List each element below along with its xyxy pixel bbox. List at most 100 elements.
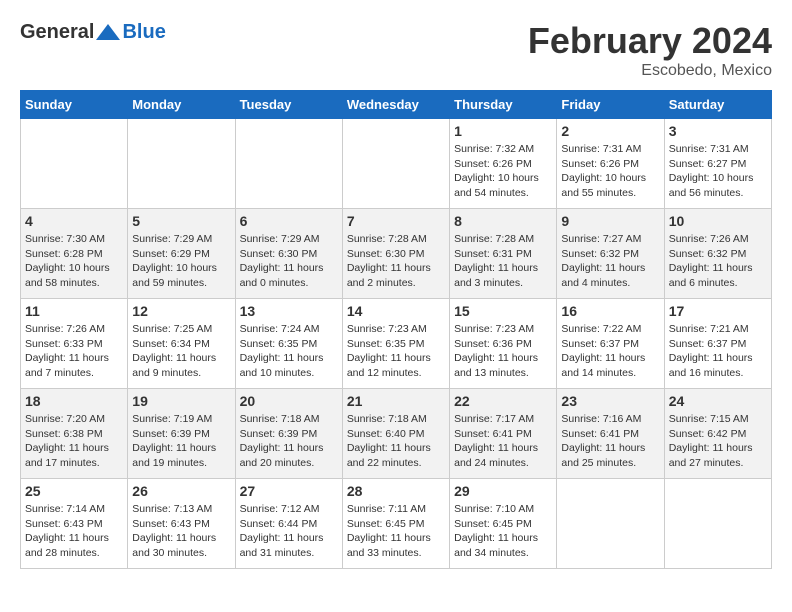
day-info: Sunrise: 7:30 AM Sunset: 6:28 PM Dayligh… — [25, 232, 123, 291]
day-info: Sunrise: 7:24 AM Sunset: 6:35 PM Dayligh… — [240, 322, 338, 381]
calendar-cell: 5 Sunrise: 7:29 AM Sunset: 6:29 PM Daylig… — [128, 209, 235, 299]
day-number: 5 — [132, 213, 230, 229]
calendar-cell: 10Sunrise: 7:26 AM Sunset: 6:32 PM Dayli… — [664, 209, 771, 299]
page-header: General Blue February 2024 Escobedo, Mex… — [20, 20, 772, 80]
day-info: Sunrise: 7:29 AM Sunset: 6:30 PM Dayligh… — [240, 232, 338, 291]
calendar-cell: 19Sunrise: 7:19 AM Sunset: 6:39 PM Dayli… — [128, 389, 235, 479]
calendar-cell: 20 Sunrise: 7:18 AM Sunset: 6:39 PM Dayli… — [235, 389, 342, 479]
day-info: Sunrise: 7:14 AM Sunset: 6:43 PM Dayligh… — [25, 502, 123, 561]
day-number: 16 — [561, 303, 659, 319]
calendar-cell: 8 Sunrise: 7:28 AM Sunset: 6:31 PM Daylig… — [450, 209, 557, 299]
calendar-cell: 18 Sunrise: 7:20 AM Sunset: 6:38 PM Dayli… — [21, 389, 128, 479]
day-info: Sunrise: 7:28 AM Sunset: 6:30 PM Dayligh… — [347, 232, 445, 291]
header-sunday: Sunday — [21, 91, 128, 119]
day-info: Sunrise: 7:20 AM Sunset: 6:38 PM Dayligh… — [25, 412, 123, 471]
calendar-cell: 26 Sunrise: 7:13 AM Sunset: 6:43 PM Dayli… — [128, 479, 235, 569]
calendar-cell: 15 Sunrise: 7:23 AM Sunset: 6:36 PM Dayli… — [450, 299, 557, 389]
day-number: 25 — [25, 483, 123, 499]
day-info: Sunrise: 7:16 AM Sunset: 6:41 PM Dayligh… — [561, 412, 659, 471]
header-saturday: Saturday — [664, 91, 771, 119]
day-number: 9 — [561, 213, 659, 229]
title-block: February 2024 Escobedo, Mexico — [528, 20, 772, 80]
day-number: 27 — [240, 483, 338, 499]
calendar-cell — [21, 119, 128, 209]
week-row-4: 18 Sunrise: 7:20 AM Sunset: 6:38 PM Dayli… — [21, 389, 772, 479]
calendar-cell: 11 Sunrise: 7:26 AM Sunset: 6:33 PM Dayli… — [21, 299, 128, 389]
logo: General Blue — [20, 20, 166, 44]
day-number: 28 — [347, 483, 445, 499]
calendar-cell: 24Sunrise: 7:15 AM Sunset: 6:42 PM Dayli… — [664, 389, 771, 479]
day-info: Sunrise: 7:15 AM Sunset: 6:42 PM Dayligh… — [669, 412, 767, 471]
calendar-table: SundayMondayTuesdayWednesdayThursdayFrid… — [20, 90, 772, 569]
day-number: 18 — [25, 393, 123, 409]
day-number: 1 — [454, 123, 552, 139]
week-row-2: 4 Sunrise: 7:30 AM Sunset: 6:28 PM Daylig… — [21, 209, 772, 299]
day-info: Sunrise: 7:25 AM Sunset: 6:34 PM Dayligh… — [132, 322, 230, 381]
day-number: 12 — [132, 303, 230, 319]
day-info: Sunrise: 7:27 AM Sunset: 6:32 PM Dayligh… — [561, 232, 659, 291]
calendar-cell: 2 Sunrise: 7:31 AM Sunset: 6:26 PM Daylig… — [557, 119, 664, 209]
day-info: Sunrise: 7:12 AM Sunset: 6:44 PM Dayligh… — [240, 502, 338, 561]
header-friday: Friday — [557, 91, 664, 119]
day-info: Sunrise: 7:26 AM Sunset: 6:33 PM Dayligh… — [25, 322, 123, 381]
calendar-cell — [235, 119, 342, 209]
calendar-cell: 28 Sunrise: 7:11 AM Sunset: 6:45 PM Dayli… — [342, 479, 449, 569]
day-number: 7 — [347, 213, 445, 229]
day-info: Sunrise: 7:13 AM Sunset: 6:43 PM Dayligh… — [132, 502, 230, 561]
location-subtitle: Escobedo, Mexico — [528, 62, 772, 80]
day-number: 23 — [561, 393, 659, 409]
day-info: Sunrise: 7:29 AM Sunset: 6:29 PM Dayligh… — [132, 232, 230, 291]
calendar-header-row: SundayMondayTuesdayWednesdayThursdayFrid… — [21, 91, 772, 119]
calendar-cell: 1 Sunrise: 7:32 AM Sunset: 6:26 PM Daylig… — [450, 119, 557, 209]
day-number: 13 — [240, 303, 338, 319]
calendar-cell: 16 Sunrise: 7:22 AM Sunset: 6:37 PM Dayli… — [557, 299, 664, 389]
day-number: 14 — [347, 303, 445, 319]
day-number: 6 — [240, 213, 338, 229]
calendar-cell: 4 Sunrise: 7:30 AM Sunset: 6:28 PM Daylig… — [21, 209, 128, 299]
calendar-cell: 23 Sunrise: 7:16 AM Sunset: 6:41 PM Dayli… — [557, 389, 664, 479]
day-number: 8 — [454, 213, 552, 229]
day-info: Sunrise: 7:21 AM Sunset: 6:37 PM Dayligh… — [669, 322, 767, 381]
header-thursday: Thursday — [450, 91, 557, 119]
calendar-cell — [342, 119, 449, 209]
calendar-cell: 7 Sunrise: 7:28 AM Sunset: 6:30 PM Daylig… — [342, 209, 449, 299]
day-info: Sunrise: 7:28 AM Sunset: 6:31 PM Dayligh… — [454, 232, 552, 291]
day-info: Sunrise: 7:26 AM Sunset: 6:32 PM Dayligh… — [669, 232, 767, 291]
day-number: 15 — [454, 303, 552, 319]
day-info: Sunrise: 7:23 AM Sunset: 6:36 PM Dayligh… — [454, 322, 552, 381]
day-info: Sunrise: 7:17 AM Sunset: 6:41 PM Dayligh… — [454, 412, 552, 471]
header-monday: Monday — [128, 91, 235, 119]
header-tuesday: Tuesday — [235, 91, 342, 119]
day-info: Sunrise: 7:18 AM Sunset: 6:40 PM Dayligh… — [347, 412, 445, 471]
month-year-title: February 2024 — [528, 20, 772, 62]
day-info: Sunrise: 7:22 AM Sunset: 6:37 PM Dayligh… — [561, 322, 659, 381]
day-info: Sunrise: 7:31 AM Sunset: 6:26 PM Dayligh… — [561, 142, 659, 201]
calendar-cell: 3 Sunrise: 7:31 AM Sunset: 6:27 PM Daylig… — [664, 119, 771, 209]
calendar-cell: 17Sunrise: 7:21 AM Sunset: 6:37 PM Dayli… — [664, 299, 771, 389]
calendar-cell — [664, 479, 771, 569]
day-number: 4 — [25, 213, 123, 229]
day-number: 3 — [669, 123, 767, 139]
day-number: 20 — [240, 393, 338, 409]
day-info: Sunrise: 7:18 AM Sunset: 6:39 PM Dayligh… — [240, 412, 338, 471]
day-info: Sunrise: 7:11 AM Sunset: 6:45 PM Dayligh… — [347, 502, 445, 561]
day-info: Sunrise: 7:10 AM Sunset: 6:45 PM Dayligh… — [454, 502, 552, 561]
calendar-cell: 25 Sunrise: 7:14 AM Sunset: 6:43 PM Dayli… — [21, 479, 128, 569]
calendar-cell: 29 Sunrise: 7:10 AM Sunset: 6:45 PM Dayli… — [450, 479, 557, 569]
day-number: 26 — [132, 483, 230, 499]
week-row-5: 25 Sunrise: 7:14 AM Sunset: 6:43 PM Dayli… — [21, 479, 772, 569]
day-number: 29 — [454, 483, 552, 499]
day-info: Sunrise: 7:23 AM Sunset: 6:35 PM Dayligh… — [347, 322, 445, 381]
day-info: Sunrise: 7:31 AM Sunset: 6:27 PM Dayligh… — [669, 142, 767, 201]
day-info: Sunrise: 7:32 AM Sunset: 6:26 PM Dayligh… — [454, 142, 552, 201]
calendar-cell: 9 Sunrise: 7:27 AM Sunset: 6:32 PM Daylig… — [557, 209, 664, 299]
day-number: 11 — [25, 303, 123, 319]
week-row-1: 1 Sunrise: 7:32 AM Sunset: 6:26 PM Daylig… — [21, 119, 772, 209]
day-number: 2 — [561, 123, 659, 139]
day-number: 21 — [347, 393, 445, 409]
header-wednesday: Wednesday — [342, 91, 449, 119]
day-number: 19 — [132, 393, 230, 409]
day-number: 22 — [454, 393, 552, 409]
logo-general-text: General — [20, 21, 94, 44]
calendar-cell: 21 Sunrise: 7:18 AM Sunset: 6:40 PM Dayli… — [342, 389, 449, 479]
